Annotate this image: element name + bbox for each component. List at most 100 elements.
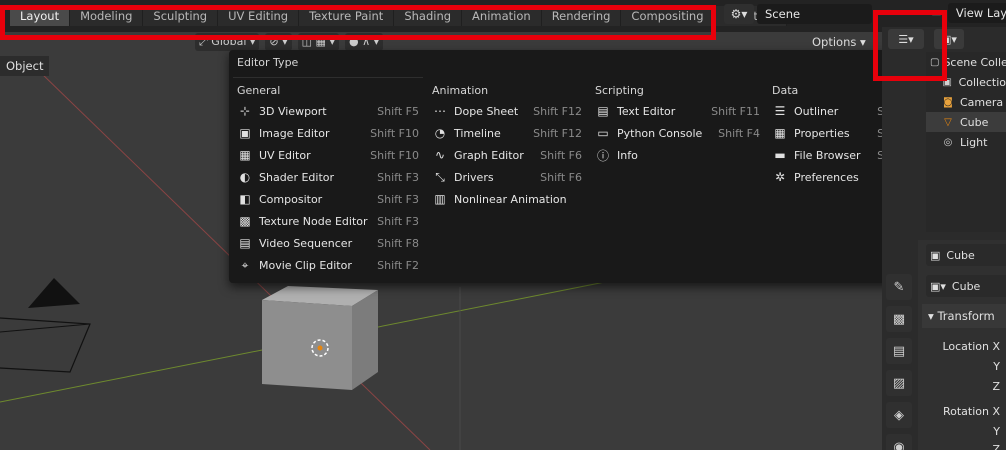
outliner-row-scene-collection[interactable]: ▢Scene Collection [926, 52, 1006, 72]
orientation-label: Global [211, 35, 247, 48]
options-dropdown[interactable]: Options ▾ [812, 33, 866, 51]
object-mode-label[interactable]: Object [0, 56, 50, 76]
world-icon[interactable]: ◉ [886, 434, 912, 450]
menu-item-timeline[interactable]: ◔ Timeline Shift F12 [432, 122, 582, 144]
snap-toggle[interactable]: ◫ ▦ ▾ [297, 33, 339, 51]
menu-item-label: Dope Sheet [454, 104, 519, 118]
menu-item-shortcut: Shift F3 [377, 192, 419, 206]
video-sequencer-icon: ▤ [239, 236, 251, 250]
tab-animation[interactable]: Animation [462, 6, 542, 26]
text-editor-icon: ▤ [597, 104, 609, 118]
rotation-z-label: Z [992, 443, 1000, 450]
menu-item-shortcut: Shift F11 [711, 104, 760, 118]
menu-item-shader-editor[interactable]: ◐ Shader Editor Shift F3 [237, 166, 419, 188]
outliner-row-light[interactable]: ◎ Light [926, 132, 1006, 152]
tab-shading[interactable]: Shading [394, 6, 463, 26]
transform-orientation-dropdown[interactable]: ⤢ Global ▾ [195, 33, 260, 51]
menu-item-uv-editor[interactable]: ▦ UV Editor Shift F10 [237, 144, 419, 166]
view-layer-name-field[interactable]: View Lay [947, 3, 1006, 23]
menu-item-shortcut: Shift F3 [377, 170, 419, 184]
compositor-icon: ◧ [239, 192, 251, 206]
object-icon: ▣ [930, 248, 941, 262]
camera-frame [0, 317, 91, 373]
scene-name-field[interactable]: Scene [757, 4, 872, 24]
menu-item-info[interactable]: ⓘ Info [595, 144, 760, 166]
menu-item-label: Shader Editor [259, 170, 335, 184]
workspace-tabs: Layout Modeling Sculpting UV Editing Texture… [10, 6, 787, 26]
scene-icon[interactable]: ◈ [886, 402, 912, 428]
scene-icon[interactable]: ⚙▾ [724, 4, 754, 24]
menu-item-texture-node-editor[interactable]: ▩ Texture Node Editor Shift F3 [237, 210, 419, 232]
menu-item-label: Video Sequencer [259, 236, 353, 250]
menu-item-graph-editor[interactable]: ∿ Graph Editor Shift F6 [432, 144, 582, 166]
tab-uv-editing[interactable]: UV Editing [218, 6, 300, 26]
menu-item-shortcut: Shift F8 [377, 236, 419, 250]
view-layer-icon[interactable]: ▨ [886, 370, 912, 396]
view-layer-icon[interactable]: ▭ [925, 3, 948, 23]
menu-item-label: Movie Clip Editor [259, 258, 352, 272]
menu-item-movie-clip-editor[interactable]: ⌖ Movie Clip Editor Shift F2 [237, 254, 419, 276]
cube-side [352, 290, 378, 390]
rotation-y-label: Y [993, 425, 1000, 438]
outliner-row-camera[interactable]: ◙ Camera [926, 92, 1006, 112]
rotation-x-label: Rotation X [942, 405, 1000, 418]
outliner-row-cube[interactable]: ▽ Cube [926, 112, 1006, 132]
menu-item-shortcut: Shift F12 [533, 126, 582, 140]
menu-item-text-editor[interactable]: ▤ Text Editor Shift F11 [595, 100, 760, 122]
pivot-dropdown[interactable]: ⊘ ▾ [265, 33, 292, 51]
render-icon[interactable]: ▩ [886, 306, 912, 332]
camera-icon: ◙ [943, 96, 953, 108]
transform-section-header[interactable]: ▾ Transform [922, 304, 1006, 328]
file-browser-icon: ▬ [774, 148, 786, 162]
menu-item-video-sequencer[interactable]: ▤ Video Sequencer Shift F8 [237, 232, 419, 254]
menu-item-compositor[interactable]: ◧ Compositor Shift F3 [237, 188, 419, 210]
options-label: Options [812, 35, 857, 49]
dope-sheet-icon: ⋯ [434, 104, 446, 118]
proportional-edit-toggle[interactable]: ● ∧ ▾ [344, 33, 384, 51]
outliner-icon: ☰ [898, 32, 909, 46]
menu-item-shortcut: Shift F6 [540, 148, 582, 162]
menu-item-image-editor[interactable]: ▣ Image Editor Shift F10 [237, 122, 419, 144]
graph-editor-icon: ∿ [434, 148, 446, 162]
properties-tabs: ✎ ▩ ▤ ▨ ◈ ◉ [886, 274, 914, 450]
menu-column-animation: Animation ⋯ Dope Sheet Shift F12 ◔ Timeline Sh… [432, 84, 582, 210]
image-editor-icon: ▣ [239, 126, 251, 140]
info-icon: ⓘ [596, 148, 609, 163]
menu-item-drivers[interactable]: ⤡ Drivers Shift F6 [432, 166, 582, 188]
menu-column-general: General ⊹ 3D Viewport Shift F5 ▣ Image Editor… [237, 84, 419, 276]
outliner-row-collectio[interactable]: ▣ Collectio [926, 72, 1006, 92]
menu-item-3d-viewport[interactable]: ⊹ 3D Viewport Shift F5 [237, 100, 419, 122]
timeline-icon: ◔ [434, 126, 446, 140]
tool-icon[interactable]: ✎ [886, 274, 912, 300]
menu-heading-general: General [237, 84, 281, 97]
tab-texture-paint[interactable]: Texture Paint [299, 6, 395, 26]
tab-modeling[interactable]: Modeling [70, 6, 144, 26]
outliner-tree: ▢Scene Collection ▣ Collectio ◙ Camera ▽ Cube ◎… [926, 52, 1006, 232]
menu-item-shortcut: Shift F12 [533, 104, 582, 118]
menu-item-label: Compositor [259, 192, 323, 206]
nla-icon: ▥ [434, 192, 446, 206]
mesh-name-field[interactable]: ▣▾ Cube [926, 275, 1006, 297]
movie-clip-icon: ⌖ [241, 257, 249, 272]
display-mode-dropdown[interactable]: ▣▾ [934, 29, 964, 49]
menu-item-label: Properties [794, 126, 850, 140]
tab-layout[interactable]: Layout [10, 6, 71, 26]
camera-triangle [28, 278, 80, 308]
menu-item-python-console[interactable]: ▭ Python Console Shift F4 [595, 122, 760, 144]
menu-item-nonlinear-animation[interactable]: ▥ Nonlinear Animation [432, 188, 582, 210]
menu-item-dope-sheet[interactable]: ⋯ Dope Sheet Shift F12 [432, 100, 582, 122]
editor-type-button[interactable]: ☰ ▾ [888, 29, 924, 49]
view-layer-selector: ▭ View Lay [925, 3, 1006, 23]
menu-item-label: Nonlinear Animation [454, 192, 567, 206]
cube-icon: ▽ [944, 116, 952, 128]
tab-rendering[interactable]: Rendering [541, 6, 622, 26]
uv-editor-icon: ▦ [239, 148, 251, 162]
3d-viewport-icon: ⊹ [239, 104, 251, 118]
tab-compositing[interactable]: Compositing [621, 6, 715, 26]
tab-sculpting[interactable]: Sculpting [143, 6, 219, 26]
output-icon[interactable]: ▤ [886, 338, 912, 364]
object-name-field[interactable]: ▣ Cube [926, 244, 1006, 266]
outliner-icon: ☰ [774, 104, 786, 118]
outliner-row-label: Collectio [958, 75, 1006, 89]
menu-item-label: 3D Viewport [259, 104, 327, 118]
